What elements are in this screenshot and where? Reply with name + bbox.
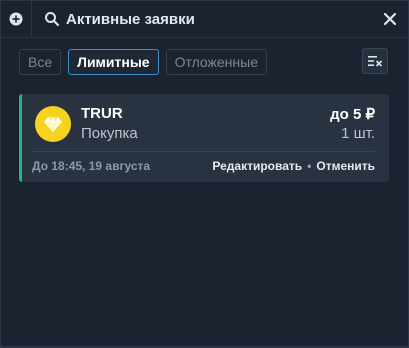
cancel-order-link[interactable]: Отменить	[316, 159, 375, 173]
clear-filter-button[interactable]	[362, 48, 388, 74]
tab-all[interactable]: Все	[19, 49, 62, 75]
add-widget-button[interactable]	[1, 1, 32, 37]
panel-header	[1, 1, 408, 38]
edit-order-link[interactable]: Редактировать	[212, 159, 302, 173]
order-actions: Редактировать • Отменить	[212, 159, 375, 173]
plus-circle-icon	[9, 12, 23, 26]
active-orders-panel: Все Лимитные Отложенные TRUR Покупка до …	[0, 0, 409, 348]
search-icon	[45, 12, 60, 27]
order-card[interactable]: TRUR Покупка до 5 ₽ 1 шт. До 18:45, 19 а…	[19, 94, 389, 182]
card-divider	[32, 151, 375, 152]
order-price: до 5 ₽	[330, 106, 375, 123]
order-quantity: 1 шт.	[341, 125, 375, 142]
instrument-ticker: TRUR	[81, 105, 123, 122]
search-bar	[32, 1, 376, 37]
order-expiry: До 18:45, 19 августа	[32, 159, 151, 173]
tab-limit[interactable]: Лимитные	[68, 49, 159, 75]
search-input[interactable]	[66, 10, 366, 28]
order-side: Покупка	[81, 125, 138, 142]
tab-deferred[interactable]: Отложенные	[165, 49, 267, 75]
action-separator: •	[307, 159, 312, 173]
close-icon	[384, 13, 396, 25]
order-type-tabs: Все Лимитные Отложенные	[19, 49, 267, 75]
clear-list-icon	[368, 56, 383, 67]
diamond-icon	[44, 117, 62, 132]
instrument-logo	[35, 106, 71, 142]
close-button[interactable]	[376, 1, 404, 37]
